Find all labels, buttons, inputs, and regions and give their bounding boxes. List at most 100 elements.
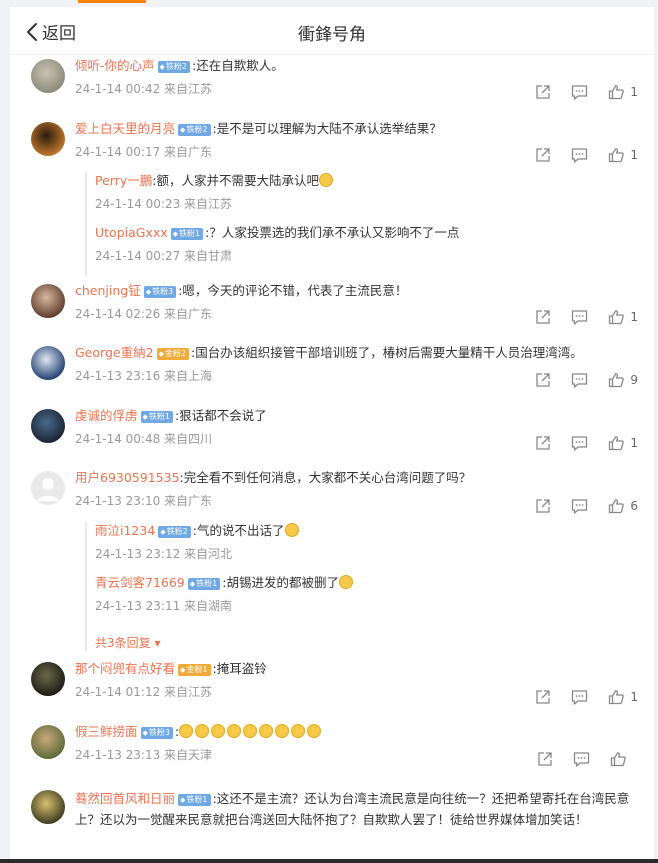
username-link[interactable]: George重納2 bbox=[75, 345, 154, 360]
reply-item: 雨泣i1234 ◆铁粉2:气的说不出话了 24-1-13 23:12 来自河北 bbox=[95, 522, 638, 574]
comment-line: 虔诚的俘虏 ◆铁粉1:狠话都不会说了 bbox=[75, 407, 638, 425]
like-button[interactable] bbox=[610, 751, 638, 767]
share-button[interactable] bbox=[535, 689, 551, 705]
avatar[interactable] bbox=[31, 59, 65, 93]
share-button[interactable] bbox=[535, 435, 551, 451]
avatar[interactable] bbox=[31, 790, 65, 824]
share-button[interactable] bbox=[535, 498, 551, 514]
like-button[interactable]: 1 bbox=[608, 435, 638, 451]
fan-badge: ◆铁粉1 bbox=[178, 794, 211, 806]
avatar[interactable] bbox=[31, 284, 65, 318]
share-button[interactable] bbox=[535, 372, 551, 388]
fan-badge: ◆铁粉2 bbox=[157, 61, 190, 73]
username-link[interactable]: 虔诚的俘虏 bbox=[75, 408, 138, 423]
reply-button[interactable] bbox=[571, 498, 588, 514]
reply-button[interactable] bbox=[571, 372, 588, 388]
emoji-icon bbox=[291, 724, 306, 738]
emoji-icon bbox=[211, 724, 226, 738]
thumbs-up-icon bbox=[608, 84, 625, 100]
username-link[interactable]: 那个闷兜有点好看 bbox=[75, 661, 175, 676]
fan-badge: ◆铁粉1 bbox=[170, 228, 204, 240]
comment-icon bbox=[571, 498, 588, 514]
comment-line: 用户6930591535:完全看不到任何消息，大家都不关心台湾问题了吗？ bbox=[75, 469, 638, 487]
reply-button[interactable] bbox=[571, 689, 588, 705]
like-count: 1 bbox=[630, 690, 638, 704]
thumbs-up-icon bbox=[608, 498, 625, 514]
username-link[interactable]: 青云剑客71669 bbox=[95, 575, 185, 590]
reply-item: Perry一鵬:额，人家并不需要大陆承认吧 24-1-14 00:23 来自江苏 bbox=[95, 172, 638, 224]
reply-button[interactable] bbox=[571, 435, 588, 451]
comment-item: 假三鲜捞面 ◆铁粉3:24-1-13 23:13 来自天津 bbox=[10, 723, 654, 783]
avatar[interactable] bbox=[31, 346, 65, 380]
reply-button[interactable] bbox=[573, 751, 590, 767]
like-count: 9 bbox=[630, 373, 638, 387]
reply-button[interactable] bbox=[571, 84, 588, 100]
like-count: 1 bbox=[630, 148, 638, 162]
share-button[interactable] bbox=[535, 147, 551, 163]
username-link[interactable]: 用户6930591535 bbox=[75, 470, 180, 485]
username-link[interactable]: 倾听-你的心声 bbox=[75, 58, 155, 73]
like-button[interactable]: 6 bbox=[608, 498, 638, 514]
reply-button[interactable] bbox=[571, 147, 588, 163]
comment-text: :狠话都不会说了 bbox=[175, 408, 267, 423]
comment-line: 蓦然回首风和日丽 ◆铁粉1:这还不是主流？还认为台湾主流民意是向往统一？还把希望寄… bbox=[75, 788, 638, 830]
username-link[interactable]: 雨泣i1234 bbox=[95, 523, 155, 538]
share-button[interactable] bbox=[537, 751, 553, 767]
avatar[interactable] bbox=[31, 725, 65, 759]
thumbs-up-icon bbox=[610, 751, 626, 767]
comment-actions: 1 bbox=[515, 689, 638, 705]
fan-badge: ◆铁粉2 bbox=[178, 124, 211, 136]
username-link[interactable]: 爱上白天里的月亮 bbox=[75, 121, 175, 136]
comment-text: :还在自欺欺人。 bbox=[192, 58, 284, 73]
reply-timestamp: 24-1-13 23:12 来自河北 bbox=[95, 547, 233, 561]
emoji-icon bbox=[195, 724, 210, 738]
thumbs-up-icon bbox=[608, 435, 625, 451]
comment-text: :嗯，今天的评论不错，代表了主流民意！ bbox=[178, 283, 408, 298]
like-button[interactable]: 1 bbox=[608, 147, 638, 163]
fan-badge: ◆铁粉1 bbox=[140, 411, 173, 423]
fan-badge: ◆铁粉2 bbox=[158, 526, 191, 538]
username-link[interactable]: chenjing钲 bbox=[75, 283, 141, 298]
share-button[interactable] bbox=[535, 84, 551, 100]
avatar[interactable] bbox=[31, 471, 65, 505]
emoji-icon bbox=[338, 575, 353, 589]
comment-icon bbox=[571, 689, 588, 705]
bottom-bar bbox=[0, 859, 658, 863]
like-button[interactable]: 9 bbox=[608, 372, 638, 388]
comments-panel: 返回 衝鋒号角 倾听-你的心声 ◆铁粉2:还在自欺欺人。 24-1-14 00:42… bbox=[10, 7, 654, 859]
username-link[interactable]: UtopiaGxxx bbox=[95, 225, 168, 240]
reply-text: :？人家投票选的我们承不承认又影响不了一点 bbox=[205, 225, 460, 240]
comment-item: chenjing钲 ◆铁粉3:嗯，今天的评论不错，代表了主流民意！ 24-1-14 … bbox=[10, 282, 654, 342]
reply-button[interactable] bbox=[571, 309, 588, 325]
avatar[interactable] bbox=[31, 409, 65, 443]
like-button[interactable]: 1 bbox=[608, 689, 638, 705]
reply-item: UtopiaGxxx ◆铁粉1:？人家投票选的我们承不承认又影响不了一点 24-1-… bbox=[95, 224, 638, 276]
username-link[interactable]: 假三鲜捞面 bbox=[75, 724, 138, 739]
avatar[interactable] bbox=[31, 122, 65, 156]
reply-line: 雨泣i1234 ◆铁粉2:气的说不出话了 bbox=[95, 522, 638, 540]
comment-actions: 1 bbox=[515, 147, 638, 163]
comment-icon bbox=[571, 309, 588, 325]
comment-item: 那个闷兜有点好看 ◆金粉1:掩耳盗铃 24-1-14 01:12 来自江苏 1 bbox=[10, 660, 654, 720]
page-title: 衝鋒号角 bbox=[298, 25, 366, 45]
diamond-icon: ◆ bbox=[142, 413, 148, 421]
avatar[interactable] bbox=[31, 662, 65, 696]
share-button[interactable] bbox=[535, 309, 551, 325]
comment-text: :掩耳盗铃 bbox=[212, 661, 267, 676]
top-tab-indicator bbox=[78, 0, 146, 3]
reply-timestamp: 24-1-13 23:11 来自湖南 bbox=[95, 599, 233, 613]
reply-timestamp: 24-1-14 00:23 来自江苏 bbox=[95, 197, 233, 211]
like-button[interactable]: 1 bbox=[608, 84, 638, 100]
comment-icon bbox=[571, 435, 588, 451]
share-icon bbox=[537, 751, 553, 767]
like-button[interactable]: 1 bbox=[608, 309, 638, 325]
comment-icon bbox=[571, 372, 588, 388]
reply-thread: 雨泣i1234 ◆铁粉2:气的说不出话了 24-1-13 23:12 来自河北 青云剑… bbox=[85, 522, 638, 651]
username-link[interactable]: Perry一鵬 bbox=[95, 173, 152, 188]
more-replies-link[interactable]: 共3条回复 ▾ bbox=[95, 634, 638, 651]
username-link[interactable]: 蓦然回首风和日丽 bbox=[75, 791, 175, 806]
emoji-icon bbox=[318, 173, 333, 187]
diamond-icon: ◆ bbox=[180, 126, 186, 134]
comment-actions: 1 bbox=[515, 84, 638, 100]
reply-text: :额，人家并不需要大陆承认吧 bbox=[152, 173, 319, 188]
